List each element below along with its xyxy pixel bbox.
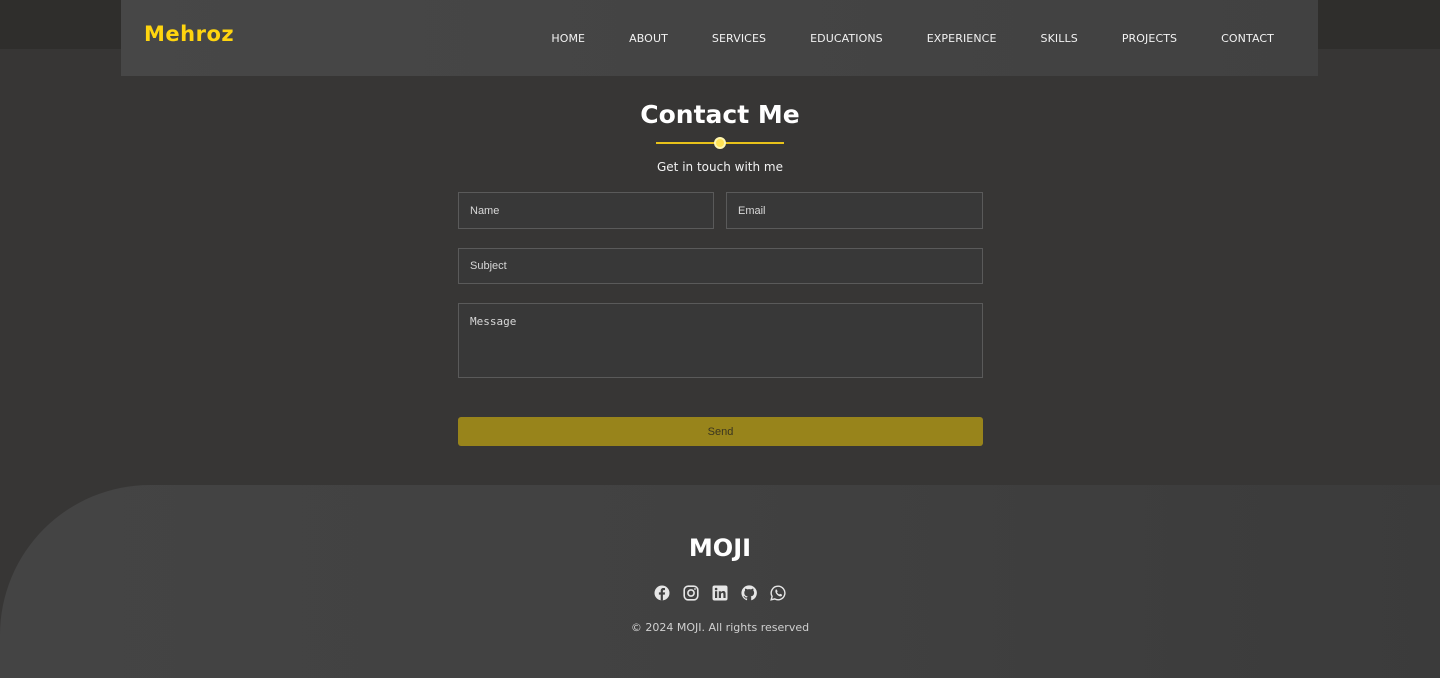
subject-field[interactable]: Subject bbox=[458, 248, 983, 284]
nav-contact[interactable]: CONTACT bbox=[1221, 32, 1274, 45]
instagram-icon[interactable] bbox=[683, 585, 699, 601]
site-logo[interactable]: Mehroz bbox=[144, 22, 234, 46]
github-icon[interactable] bbox=[741, 585, 757, 601]
nav-about[interactable]: ABOUT bbox=[629, 32, 668, 45]
site-header: Mehroz HOME ABOUT SERVICES EDUCATIONS EX… bbox=[121, 0, 1318, 76]
footer-brand: MOJI bbox=[688, 534, 752, 562]
whatsapp-icon[interactable] bbox=[770, 585, 786, 601]
name-field[interactable]: Name bbox=[458, 192, 714, 229]
nav-services[interactable]: SERVICES bbox=[712, 32, 766, 45]
nav-home[interactable]: HOME bbox=[551, 32, 585, 45]
facebook-icon[interactable] bbox=[654, 585, 670, 601]
email-field[interactable]: Email bbox=[726, 192, 983, 229]
contact-subtitle: Get in touch with me bbox=[657, 160, 783, 174]
site-footer bbox=[0, 485, 1440, 678]
main-nav: HOME ABOUT SERVICES EDUCATIONS EXPERIENC… bbox=[551, 0, 1274, 76]
contact-title: Contact Me bbox=[640, 100, 800, 129]
nav-skills[interactable]: SKILLS bbox=[1041, 32, 1078, 45]
nav-educations[interactable]: EDUCATIONS bbox=[810, 32, 883, 45]
nav-projects[interactable]: PROJECTS bbox=[1122, 32, 1177, 45]
copyright-text: © 2024 MOJI. All rights reserved bbox=[630, 621, 810, 634]
social-links bbox=[0, 585, 1440, 601]
title-divider-dot bbox=[714, 137, 726, 149]
message-field[interactable]: Message bbox=[458, 303, 983, 378]
linkedin-icon[interactable] bbox=[712, 585, 728, 601]
nav-experience[interactable]: EXPERIENCE bbox=[927, 32, 997, 45]
send-button[interactable]: Send bbox=[458, 417, 983, 446]
